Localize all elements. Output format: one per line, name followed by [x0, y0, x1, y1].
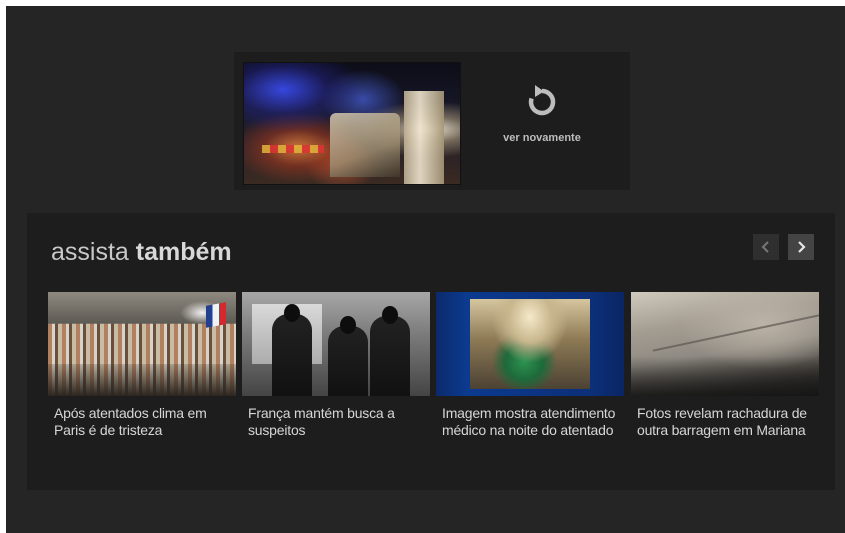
thumb-detail [382, 306, 398, 324]
last-video-thumbnail[interactable] [243, 62, 461, 185]
replay-label: ver novamente [503, 132, 581, 144]
video-title[interactable]: França mantém busca a suspeitos [242, 405, 430, 439]
thumb-detail [470, 299, 590, 389]
replay-icon [528, 85, 556, 116]
also-watch-panel: assista também Após atentados clima em P… [27, 213, 835, 490]
thumb-detail [404, 91, 444, 184]
thumb-detail [272, 314, 312, 396]
thumb-detail [330, 113, 400, 177]
thumb-detail [340, 316, 356, 334]
video-card[interactable]: França mantém busca a suspeitos [242, 292, 430, 439]
thumb-detail [370, 316, 410, 396]
thumb-detail [652, 314, 819, 352]
video-thumbnail[interactable] [48, 292, 236, 396]
thumb-detail [631, 356, 819, 396]
carousel-prev-button[interactable] [753, 234, 779, 260]
section-title-light: assista [51, 238, 129, 266]
thumb-detail [48, 364, 236, 396]
video-title[interactable]: Após atentados clima em Paris é de trist… [48, 405, 236, 439]
video-player: ver novamente assista também Após atenta… [6, 6, 845, 533]
end-screen-replay: ver novamente [234, 52, 630, 190]
video-title[interactable]: Fotos revelam rachadura de outra barrage… [631, 405, 819, 439]
video-thumbnail[interactable] [242, 292, 430, 396]
video-card[interactable]: Fotos revelam rachadura de outra barrage… [631, 292, 819, 439]
thumb-detail [284, 304, 300, 322]
video-thumbnail[interactable] [631, 292, 819, 396]
video-card[interactable]: Imagem mostra atendimento médico na noit… [436, 292, 624, 439]
thumb-detail [328, 326, 368, 396]
thumb-detail [206, 302, 226, 328]
chevron-left-icon [761, 241, 769, 253]
video-title[interactable]: Imagem mostra atendimento médico na noit… [436, 405, 624, 439]
thumb-detail [262, 145, 324, 153]
chevron-right-icon [798, 241, 806, 253]
video-thumbnail[interactable] [436, 292, 624, 396]
section-title-bold: também [135, 238, 232, 266]
section-title: assista também [51, 238, 232, 267]
replay-button[interactable]: ver novamente [492, 82, 592, 162]
video-card[interactable]: Após atentados clima em Paris é de trist… [48, 292, 236, 439]
carousel-next-button[interactable] [788, 234, 814, 260]
